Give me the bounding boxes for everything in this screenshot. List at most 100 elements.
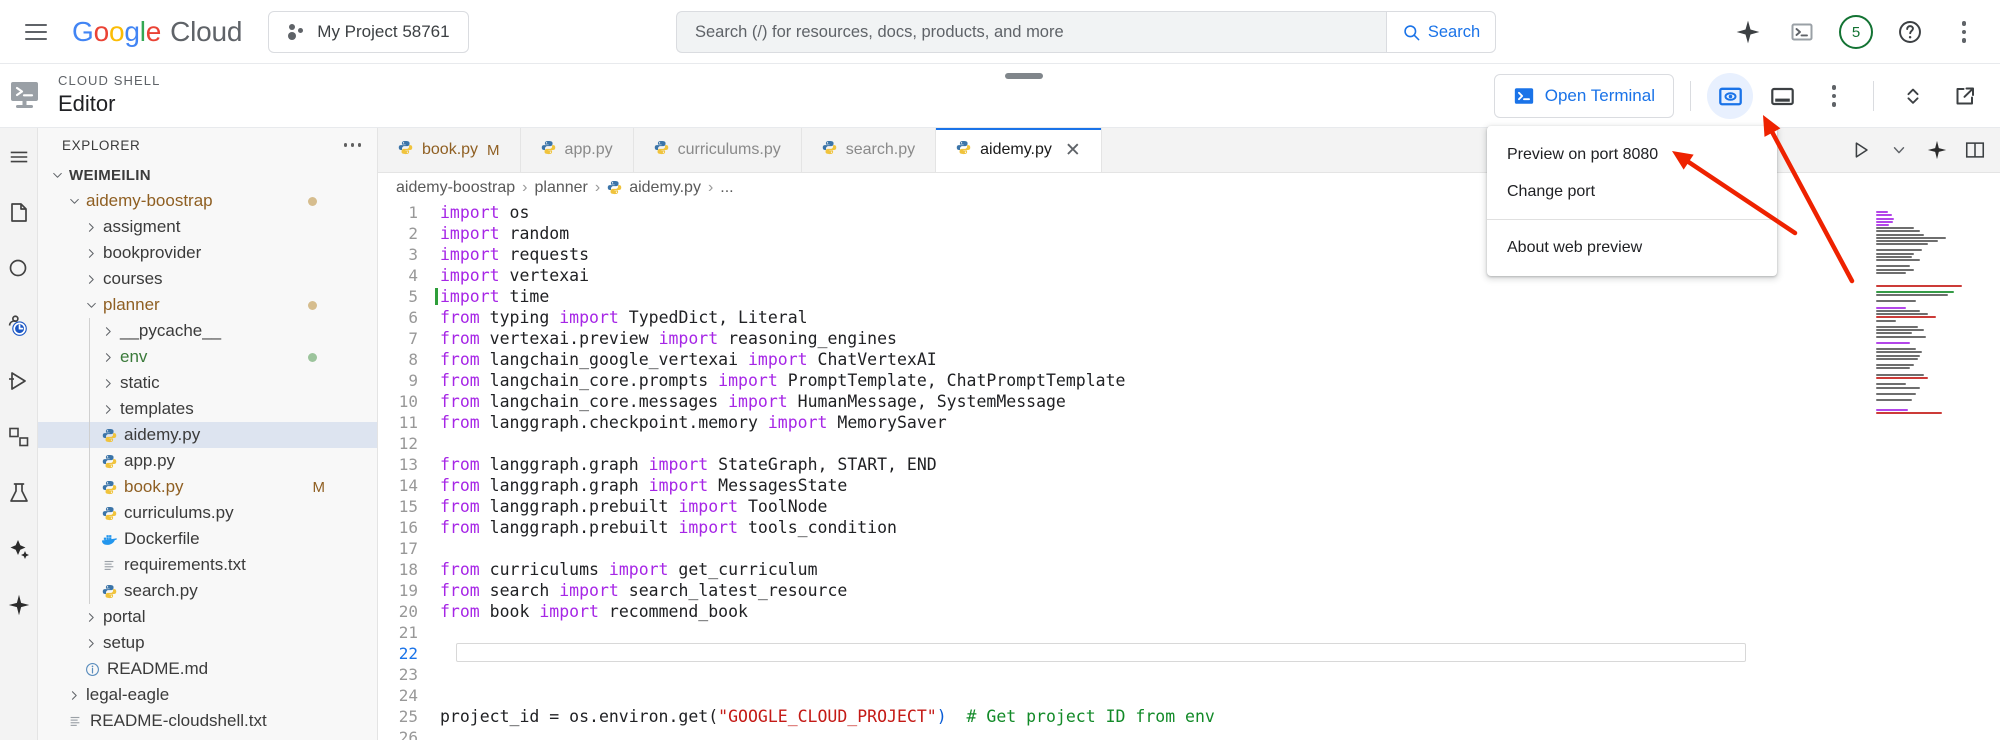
activity-extensions[interactable]	[4, 422, 34, 452]
code-token: import	[440, 224, 500, 243]
activity-explorer[interactable]	[4, 198, 34, 228]
tree-file-aidemy-py[interactable]: aidemy.py	[38, 422, 377, 448]
run-options-dropdown[interactable]	[1882, 133, 1916, 167]
code-token: import	[678, 518, 738, 537]
tree-folder-templates[interactable]: templates	[38, 396, 377, 422]
editor-tab-app-py[interactable]: app.py	[521, 128, 634, 172]
menu-item-about-web-preview[interactable]: About web preview	[1487, 229, 1777, 266]
code-text: from curriculums import get_curriculum	[440, 559, 818, 580]
tree-file-requirements-txt[interactable]: requirements.txt	[38, 552, 377, 578]
open-in-new-window-button[interactable]	[1942, 73, 1988, 119]
chevron-right-icon[interactable]	[82, 634, 100, 652]
editor-tab-label: book.py	[422, 141, 478, 159]
code-token: import	[659, 329, 719, 348]
code-token: os	[500, 203, 530, 222]
cloud-shell-terminal-icon[interactable]	[1780, 10, 1824, 54]
tree-file-readme-cloudshell-txt[interactable]: README-cloudshell.txt	[38, 708, 377, 734]
chevron-right-icon[interactable]	[82, 218, 100, 236]
chevron-right-icon[interactable]	[99, 400, 117, 418]
tree-folder-setup[interactable]: setup	[38, 630, 377, 656]
minimap-line	[1876, 409, 1908, 411]
more-options-icon[interactable]	[1942, 10, 1986, 54]
chevron-right-icon[interactable]	[82, 270, 100, 288]
code-text: from langgraph.checkpoint.memory import …	[440, 412, 947, 433]
close-icon[interactable]: ✕	[1065, 141, 1081, 160]
tree-folder-env[interactable]: env	[38, 344, 377, 370]
breadcrumb-segment[interactable]: ...	[720, 179, 733, 197]
chevron-right-icon[interactable]	[65, 686, 83, 704]
tree-folder-courses[interactable]: courses	[38, 266, 377, 292]
search-button[interactable]: Search	[1386, 11, 1496, 53]
web-preview-button[interactable]	[1707, 73, 1753, 119]
free-trial-credits-badge[interactable]: 5	[1834, 10, 1878, 54]
tree-file-app-py[interactable]: app.py	[38, 448, 377, 474]
panel-resize-handle[interactable]	[1005, 73, 1043, 79]
tree-file-curriculums-py[interactable]: curriculums.py	[38, 500, 377, 526]
breadcrumb-segment[interactable]: aidemy-boostrap	[396, 179, 515, 197]
breadcrumb-segment[interactable]: planner	[535, 179, 588, 197]
activity-source-control[interactable]	[4, 310, 34, 340]
menu-item-preview-on-port-8080[interactable]: Preview on port 8080	[1487, 136, 1777, 173]
toggle-panel-icon	[1770, 84, 1795, 109]
activity-search[interactable]	[4, 254, 34, 284]
activity-run-debug[interactable]	[4, 366, 34, 396]
line-number: 10	[378, 391, 440, 412]
more-horizontal-icon[interactable]	[344, 143, 362, 147]
tree-folder-bookprovider[interactable]: bookprovider	[38, 240, 377, 266]
editor-tab-search-py[interactable]: search.py	[802, 128, 936, 172]
breadcrumb-segment[interactable]: aidemy.py	[629, 179, 701, 197]
gemini-assist-button[interactable]	[1920, 133, 1954, 167]
minimize-maximize-button[interactable]	[1890, 73, 1936, 119]
code-lines: 1import os2import random3import requests…	[378, 202, 2000, 740]
code-minimap[interactable]	[1870, 208, 1988, 708]
activity-testing[interactable]	[4, 478, 34, 508]
chevron-down-icon[interactable]	[65, 192, 83, 210]
menu-item-change-port[interactable]: Change port	[1487, 173, 1777, 210]
minimap-line	[1876, 214, 1892, 216]
tree-root-weimeilin[interactable]: WEIMEILIN	[38, 162, 377, 188]
chevron-right-icon[interactable]	[99, 374, 117, 392]
search-input[interactable]	[676, 11, 1386, 53]
tree-folder--pycache-[interactable]: __pycache__	[38, 318, 377, 344]
editor-tab-aidemy-py[interactable]: aidemy.py✕	[936, 128, 1102, 172]
activity-cloud-code[interactable]	[4, 534, 34, 564]
google-cloud-logo[interactable]: GoogleCloud	[72, 16, 242, 48]
tree-file-readme-md[interactable]: README.md	[38, 656, 377, 682]
open-terminal-button[interactable]: Open Terminal	[1494, 74, 1674, 118]
toggle-panel-button[interactable]	[1759, 73, 1805, 119]
chevron-down-icon[interactable]	[48, 166, 66, 184]
menu-item-label: Preview on port 8080	[1507, 146, 1658, 164]
chevron-down-icon[interactable]	[82, 296, 100, 314]
code-text: from langgraph.graph import MessagesStat…	[440, 475, 847, 496]
explorer-sidebar: EXPLORER WEIMEILINaidemy-boostrapassigme…	[38, 128, 378, 740]
help-question-icon[interactable]	[1888, 10, 1932, 54]
chevron-right-icon[interactable]	[99, 322, 117, 340]
tree-folder-portal[interactable]: portal	[38, 604, 377, 630]
activity-menu[interactable]	[4, 142, 34, 172]
project-selector-chip[interactable]: My Project 58761	[268, 11, 468, 53]
editor-more-options-button[interactable]	[1811, 73, 1857, 119]
gemini-sparkle-icon[interactable]	[1726, 10, 1770, 54]
tree-folder-assigment[interactable]: assigment	[38, 214, 377, 240]
tree-folder-static[interactable]: static	[38, 370, 377, 396]
inline-input-widget[interactable]	[456, 643, 1746, 662]
line-number: 25	[378, 706, 440, 727]
tree-file-book-py[interactable]: book.pyM	[38, 474, 377, 500]
editor-tab-curriculums-py[interactable]: curriculums.py	[634, 128, 802, 172]
tree-folder-legal-eagle[interactable]: legal-eagle	[38, 682, 377, 708]
tree-folder-aidemy-boostrap[interactable]: aidemy-boostrap	[38, 188, 377, 214]
code-token: from	[440, 497, 480, 516]
chevron-right-icon[interactable]	[99, 348, 117, 366]
tree-file-search-py[interactable]: search.py	[38, 578, 377, 604]
chevron-right-icon[interactable]	[82, 608, 100, 626]
run-file-button[interactable]	[1844, 133, 1878, 167]
tree-file-dockerfile[interactable]: Dockerfile	[38, 526, 377, 552]
indent-guide	[89, 344, 90, 370]
navigation-menu-icon[interactable]	[14, 10, 58, 54]
split-editor-button[interactable]	[1958, 133, 1992, 167]
activity-gemini[interactable]	[4, 590, 34, 620]
code-content-area[interactable]: 1import os2import random3import requests…	[378, 202, 2000, 740]
tree-folder-planner[interactable]: planner	[38, 292, 377, 318]
chevron-right-icon[interactable]	[82, 244, 100, 262]
editor-tab-book-py[interactable]: book.pyM	[378, 128, 521, 172]
